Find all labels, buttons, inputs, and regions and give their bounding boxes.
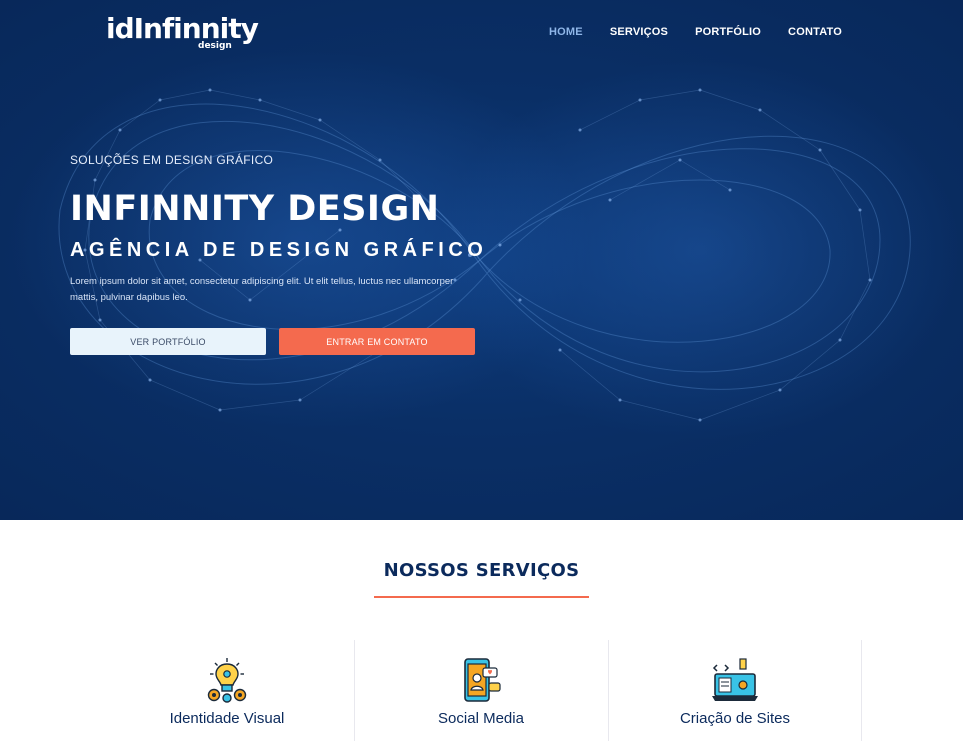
nav-item-contato[interactable]: CONTATO <box>788 24 842 40</box>
laptop-code-icon <box>712 658 758 701</box>
brand-logo[interactable]: idInfinnity design <box>106 12 259 54</box>
smartphone-social-icon <box>464 658 501 702</box>
lightbulb-gears-icon <box>207 658 247 703</box>
nav-item-home[interactable]: HOME <box>549 24 583 40</box>
service-card-identidade-visual[interactable]: Identidade Visual <box>100 656 354 727</box>
nav-item-servicos[interactable]: SERVIÇOS <box>610 24 668 40</box>
service-label: Identidade Visual <box>169 710 285 727</box>
view-portfolio-button[interactable]: VER PORTFÓLIO <box>70 328 266 355</box>
hero-subtitle: AGÊNCIA DE DESIGN GRÁFICO <box>70 239 488 261</box>
contact-button[interactable]: ENTRAR EM CONTATO <box>279 328 475 355</box>
service-card-criacao-de-sites[interactable]: Criação de Sites <box>608 656 862 727</box>
hero-title: INFINNITY DESIGN <box>70 189 440 229</box>
logo-tagline: design <box>198 41 232 51</box>
main-nav: HOME SERVIÇOS PORTFÓLIO CONTATO <box>549 24 842 40</box>
service-card-social-media[interactable]: Social Media <box>354 656 608 727</box>
service-label: Social Media <box>438 710 524 727</box>
hero-description: Lorem ipsum dolor sit amet, consectetur … <box>70 276 454 303</box>
hero-section: idInfinnity design HOME SERVIÇOS PORTFÓL… <box>0 0 963 520</box>
services-title-underline <box>374 596 589 598</box>
logo-wordmark: idInfinnity <box>106 12 259 45</box>
nav-item-portfolio[interactable]: PORTFÓLIO <box>695 24 761 40</box>
services-title: NOSSOS SERVIÇOS <box>383 560 580 581</box>
hero-eyebrow: SOLUÇÕES EM DESIGN GRÁFICO <box>70 153 274 167</box>
service-label: Criação de Sites <box>679 710 791 727</box>
